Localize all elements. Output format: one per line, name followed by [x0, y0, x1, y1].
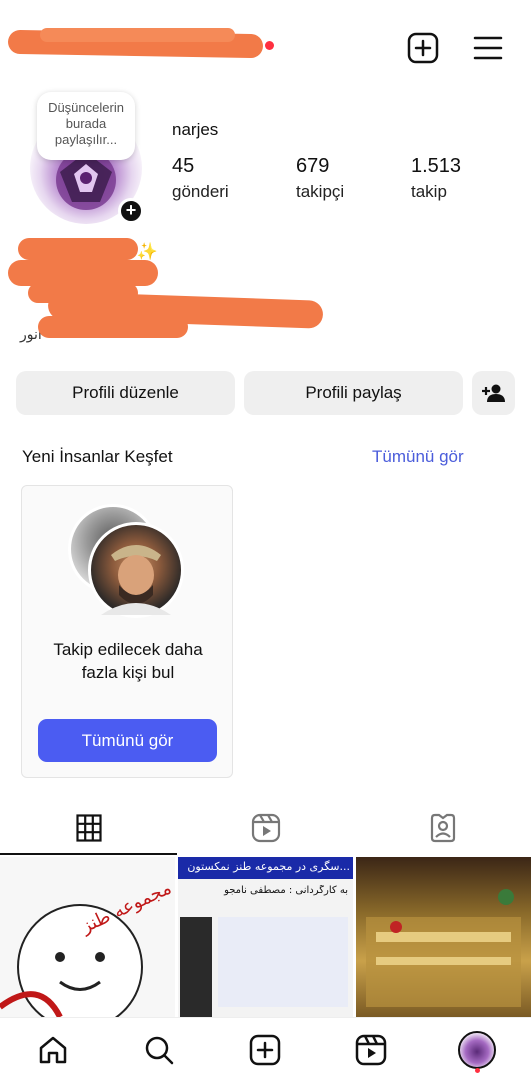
post-subcaption: به کارگردانی : مصطفی نامجو	[224, 885, 348, 896]
bottom-nav	[0, 1017, 531, 1080]
notification-dot	[475, 1068, 480, 1073]
post-image	[366, 889, 521, 1007]
post-thumbnail[interactable]: مجموعه طنز	[0, 857, 175, 1017]
post-figure	[180, 917, 212, 1017]
create-post-button[interactable]	[405, 30, 441, 66]
suggested-avatar-art	[101, 545, 171, 615]
stat-posts[interactable]: 45 gönderi	[172, 155, 229, 202]
discover-title: Yeni İnsanlar Keşfet	[22, 447, 173, 466]
stat-followers-value: 679	[296, 155, 330, 177]
note-bubble[interactable]: Düşüncelerin burada paylaşılır...	[37, 92, 135, 160]
plus-square-icon	[249, 1034, 281, 1066]
profile-avatar-small	[458, 1031, 496, 1069]
stat-posts-value: 45	[172, 155, 195, 177]
nav-home[interactable]	[33, 1030, 73, 1070]
stat-posts-label: gönderi	[172, 182, 229, 201]
share-profile-button[interactable]: Profili paylaş	[244, 371, 463, 415]
tab-reels[interactable]	[177, 800, 354, 855]
stat-followers-label: takipçi	[296, 182, 345, 201]
post-list-area	[218, 917, 348, 1007]
nav-reels[interactable]	[351, 1030, 391, 1070]
nav-profile[interactable]	[457, 1030, 497, 1070]
menu-button[interactable]	[470, 30, 506, 66]
discover-card-text: Takip edilecek daha fazla kişi bul	[53, 640, 203, 682]
stat-followers[interactable]: 679 takipçi	[296, 155, 344, 202]
add-person-icon	[481, 384, 505, 402]
reels-icon	[355, 1034, 387, 1066]
bio-redaction	[18, 238, 138, 260]
active-tab-indicator	[0, 853, 177, 855]
stat-following[interactable]: 1.513 takip	[411, 155, 461, 202]
tab-tagged[interactable]	[354, 800, 531, 855]
posts-grid: مجموعه طنز ...سگری در مجموعه طنز نمکستون…	[0, 857, 531, 1017]
grid-icon	[75, 813, 102, 842]
reels-icon	[251, 813, 280, 842]
post-thumbnail[interactable]: ...سگری در مجموعه طنز نمکستون به کارگردا…	[178, 857, 353, 1017]
search-icon	[145, 1036, 174, 1065]
discover-see-all-link[interactable]: Tümünü gör	[372, 447, 464, 467]
plus-square-icon	[407, 32, 439, 64]
tab-posts[interactable]	[0, 800, 177, 855]
discover-people-button[interactable]	[472, 371, 515, 415]
stat-following-value: 1.513	[411, 155, 462, 177]
nav-create[interactable]	[245, 1030, 285, 1070]
post-thumbnail[interactable]	[356, 857, 531, 1017]
bio-redaction	[38, 316, 188, 338]
notification-dot	[265, 41, 274, 50]
add-story-button[interactable]: +	[118, 198, 144, 224]
display-name: narjes	[172, 120, 219, 139]
stat-following-label: takip	[411, 182, 447, 201]
username-redacted-overlay	[40, 28, 235, 42]
discover-card: Takip edilecek daha fazla kişi bul Tümün…	[21, 485, 233, 778]
tagged-person-icon	[430, 813, 455, 842]
bio: ge✨ انور	[8, 238, 328, 348]
home-icon	[39, 1036, 67, 1064]
hamburger-menu-icon	[473, 36, 503, 60]
post-caption: ...سگری در مجموعه طنز نمکستون	[187, 860, 350, 873]
edit-profile-button[interactable]: Profili düzenle	[16, 371, 235, 415]
suggested-avatar	[88, 522, 184, 618]
top-bar	[0, 0, 531, 95]
profile-tabs	[0, 800, 531, 855]
nav-search[interactable]	[139, 1030, 179, 1070]
note-text: Düşüncelerin burada paylaşılır...	[48, 100, 124, 147]
discover-card-see-all-button[interactable]: Tümünü gör	[38, 719, 217, 762]
